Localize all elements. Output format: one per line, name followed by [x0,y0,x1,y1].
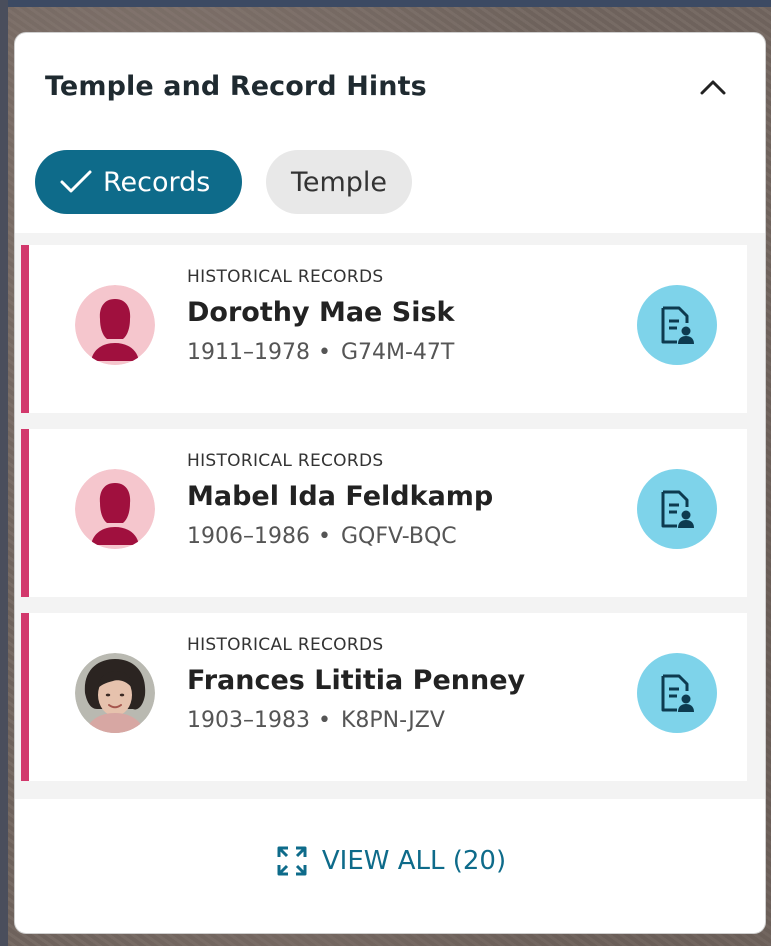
panel-title: Temple and Record Hints [45,71,427,102]
records-filter-chip[interactable]: Records [35,150,242,214]
view-record-button[interactable] [637,469,717,549]
hint-details: HISTORICAL RECORDS Dorothy Mae Sisk 1911… [187,267,454,365]
separator: • [317,708,331,733]
person-id: GQFV-BQC [340,524,457,549]
lifespan: 1903–1983 [187,708,310,733]
hint-details: HISTORICAL RECORDS Mabel Ida Feldkamp 19… [187,451,493,549]
person-meta: 1903–1983 • K8PN-JZV [187,708,525,733]
lifespan: 1906–1986 [187,524,310,549]
records-chip-label: Records [103,166,211,198]
hint-kind: HISTORICAL RECORDS [187,635,384,655]
view-record-button[interactable] [637,653,717,733]
separator: • [317,340,331,365]
person-meta: 1911–1978 • G74M-47T [187,340,454,365]
chevron-up-icon [700,80,726,95]
record-person-icon [661,674,694,712]
window-frame-left [0,0,8,946]
hint-kind: HISTORICAL RECORDS [187,267,384,287]
person-id: G74M-47T [340,340,455,365]
hint-list: HISTORICAL RECORDS Dorothy Mae Sisk 1911… [15,233,765,799]
record-person-icon [661,306,694,344]
lifespan: 1911–1978 [187,340,310,365]
filter-chips: Records Temple [35,150,412,214]
hint-card[interactable]: HISTORICAL RECORDS Mabel Ida Feldkamp 19… [21,429,747,597]
person-photo [75,653,155,733]
person-name[interactable]: Frances Lititia Penney [187,665,525,696]
hint-details: HISTORICAL RECORDS Frances Lititia Penne… [187,635,525,733]
separator: • [317,524,331,549]
female-silhouette-icon [75,469,155,549]
hint-kind: HISTORICAL RECORDS [187,451,384,471]
temple-chip-label: Temple [290,166,388,198]
hint-card[interactable]: HISTORICAL RECORDS Frances Lititia Penne… [21,613,747,781]
person-name[interactable]: Mabel Ida Feldkamp [187,481,493,512]
hints-panel: Temple and Record Hints Records Temple H… [14,32,766,934]
collapse-button[interactable] [697,71,729,103]
female-silhouette-icon [75,285,155,365]
person-id: K8PN-JZV [340,708,445,733]
view-all-label: VIEW ALL (20) [321,846,507,876]
person-name[interactable]: Dorothy Mae Sisk [187,297,454,328]
hint-card[interactable]: HISTORICAL RECORDS Dorothy Mae Sisk 1911… [21,245,747,413]
record-person-icon [661,490,694,528]
person-meta: 1906–1986 • GQFV-BQC [187,524,493,549]
expand-icon [276,845,308,877]
checkmark-icon [59,169,93,195]
view-record-button[interactable] [637,285,717,365]
temple-filter-chip[interactable]: Temple [266,150,412,214]
view-all-button[interactable]: VIEW ALL (20) [15,845,765,877]
window-frame-top [0,0,771,7]
